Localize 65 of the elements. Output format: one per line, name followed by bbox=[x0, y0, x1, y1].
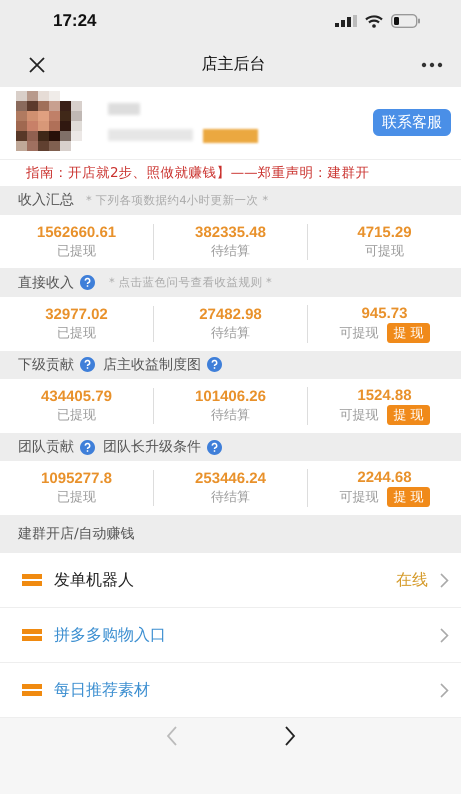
amount-label: 待结算 bbox=[211, 407, 250, 424]
withdraw-button[interactable]: 提 现 bbox=[387, 405, 430, 426]
help-icon[interactable] bbox=[207, 357, 222, 372]
blurred-name bbox=[108, 102, 140, 115]
amount-label: 可提现 bbox=[339, 489, 378, 506]
menu-bars-icon bbox=[22, 629, 42, 641]
amount-value: 434405.79 bbox=[41, 388, 112, 406]
amount-value: 4715.29 bbox=[357, 224, 412, 241]
rules-link[interactable]: 团队长升级条件 bbox=[103, 438, 201, 456]
amount-label: 已提现 bbox=[57, 242, 96, 260]
section-title: 下级贡献 bbox=[18, 356, 74, 374]
amount-label: 待结算 bbox=[211, 489, 250, 506]
forward-icon[interactable] bbox=[284, 726, 296, 746]
amount-label: 已提现 bbox=[57, 324, 96, 342]
section-note: * 下列各项数据约4小时更新一次 * bbox=[86, 192, 268, 208]
amount-value: 945.73 bbox=[362, 304, 408, 322]
section-title: 收入汇总 bbox=[18, 191, 74, 210]
signal-icon bbox=[335, 15, 357, 28]
amount-value: 1095277.8 bbox=[41, 470, 112, 488]
chevron-right-icon bbox=[440, 572, 449, 588]
amount-value: 32977.02 bbox=[45, 306, 108, 323]
help-icon[interactable] bbox=[80, 275, 95, 290]
amount-label: 已提现 bbox=[57, 407, 96, 424]
notice-marquee: 指南：开店就2步、照做就赚钱】——郑重声明：建群开 bbox=[0, 158, 461, 186]
section-title: 建群开店/自动赚钱 bbox=[18, 525, 135, 544]
page-title: 店主后台 bbox=[202, 54, 266, 76]
menu-item-label: 发单机器人 bbox=[54, 570, 135, 590]
amount-label: 可提现 bbox=[339, 407, 378, 424]
amount-value: 27482.98 bbox=[199, 306, 262, 323]
help-icon[interactable] bbox=[207, 440, 222, 455]
amount-value: 253446.24 bbox=[195, 470, 266, 488]
menu-bars-icon bbox=[22, 574, 42, 586]
chevron-right-icon bbox=[440, 628, 449, 642]
amount-label: 待结算 bbox=[211, 242, 250, 260]
wifi-icon bbox=[365, 14, 383, 28]
section-title: 直接收入 bbox=[18, 274, 74, 292]
chevron-right-icon bbox=[440, 682, 449, 698]
amount-value: 1562660.61 bbox=[36, 224, 116, 241]
amount-label: 可提现 bbox=[339, 324, 378, 342]
menu-item-label: 拼多多购物入口 bbox=[54, 624, 167, 646]
amount-value: 1524.88 bbox=[357, 387, 412, 404]
status-time: 17:24 bbox=[53, 11, 96, 32]
contact-support-button[interactable]: 联系客服 bbox=[373, 109, 451, 136]
section-note: * 点击蓝色问号查看收益规则 * bbox=[109, 275, 272, 290]
withdraw-button[interactable]: 提 现 bbox=[387, 322, 430, 343]
menu-item-label: 每日推荐素材 bbox=[54, 680, 151, 700]
online-status: 在线 bbox=[396, 570, 428, 590]
more-icon[interactable] bbox=[421, 62, 443, 68]
amount-label: 已提现 bbox=[57, 489, 96, 506]
help-icon[interactable] bbox=[80, 357, 95, 372]
close-icon[interactable] bbox=[28, 56, 46, 74]
section-title: 团队贡献 bbox=[18, 438, 74, 456]
amount-label: 可提现 bbox=[365, 242, 404, 260]
amount-value: 2244.68 bbox=[357, 469, 412, 486]
battery-icon bbox=[391, 14, 421, 28]
blurred-badge bbox=[203, 128, 258, 143]
menu-bars-icon bbox=[22, 684, 42, 696]
menu-item[interactable]: 拼多多购物入口 bbox=[0, 608, 461, 663]
amount-value: 101406.26 bbox=[195, 388, 266, 406]
rules-link[interactable]: 店主收益制度图 bbox=[103, 356, 201, 374]
withdraw-button[interactable]: 提 现 bbox=[387, 487, 430, 508]
amount-label: 待结算 bbox=[211, 324, 250, 342]
help-icon[interactable] bbox=[80, 440, 95, 455]
menu-item[interactable]: 发单机器人 在线 bbox=[0, 553, 461, 608]
amount-value: 382335.48 bbox=[195, 224, 266, 241]
